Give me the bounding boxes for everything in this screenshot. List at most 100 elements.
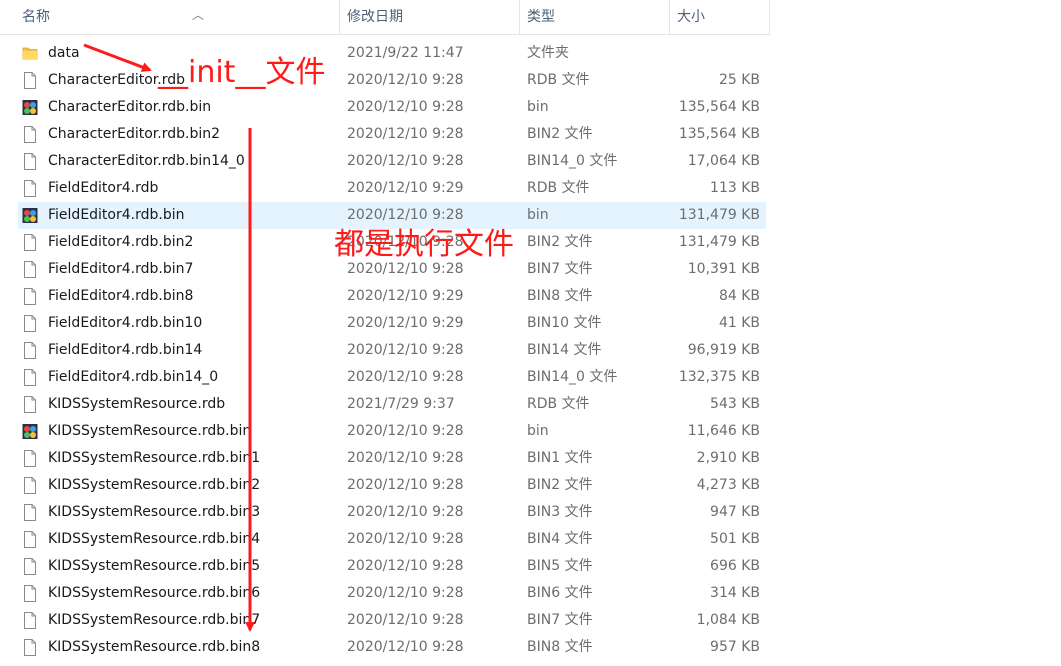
file-date: 2020/12/10 9:28 [347,612,464,628]
list-item[interactable]: FieldEditor4.rdb.bin10 2020/12/10 9:29 BIN… [18,310,766,337]
list-item[interactable]: CharacterEditor.rdb.bin14_0 2020/12/10 9:… [18,148,766,175]
file-size: 131,479 KB [678,234,760,250]
file-name: KIDSSystemResource.rdb [48,396,226,412]
file-name: data [48,45,80,61]
file-icon [22,72,38,89]
list-item[interactable]: FieldEditor4.rdb 2020/12/10 9:29 RDB 文件 113… [18,175,766,202]
list-item[interactable]: KIDSSystemResource.rdb.bin 2020/12/10 9:2… [18,418,766,445]
file-type: BIN4 文件 [527,531,593,547]
file-size: 543 KB [710,396,760,412]
file-type: BIN14_0 文件 [527,153,618,169]
file-size: 135,564 KB [678,99,760,115]
file-type: BIN8 文件 [527,639,593,655]
list-item[interactable]: KIDSSystemResource.rdb.bin3 2020/12/10 9:… [18,499,766,526]
file-type: RDB 文件 [527,72,590,88]
file-icon [22,396,38,413]
column-header-name[interactable]: 名称 ︿ [22,0,340,34]
file-date: 2020/12/10 9:28 [347,504,464,520]
file-size: 2,910 KB [696,450,760,466]
list-item[interactable]: data 2021/9/22 11:47 文件夹 [18,40,766,67]
file-date: 2020/12/10 9:28 [347,72,464,88]
file-icon [22,612,38,629]
file-name: FieldEditor4.rdb.bin7 [48,261,194,277]
file-size: 131,479 KB [678,207,760,223]
file-name: FieldEditor4.rdb [48,180,159,196]
file-type: BIN7 文件 [527,612,593,628]
file-date: 2021/7/29 9:37 [347,396,455,412]
file-date: 2020/12/10 9:28 [347,450,464,466]
file-type: 文件夹 [527,45,569,61]
list-item[interactable]: CharacterEditor.rdb 2020/12/10 9:28 RDB 文件… [18,67,766,94]
file-size: 1,084 KB [696,612,760,628]
file-date: 2020/12/10 9:28 [347,342,464,358]
file-icon [22,288,38,305]
app-icon [22,207,38,224]
file-type: BIN2 文件 [527,126,593,142]
file-date: 2020/12/10 9:28 [347,423,464,439]
file-size: 10,391 KB [687,261,760,277]
column-header-bar: 名称 ︿ 修改日期 类型 大小 [0,0,770,35]
file-name: KIDSSystemResource.rdb.bin8 [48,639,261,655]
list-item[interactable]: FieldEditor4.rdb.bin8 2020/12/10 9:29 BIN8… [18,283,766,310]
file-icon [22,558,38,575]
file-name: FieldEditor4.rdb.bin14 [48,342,203,358]
file-date: 2020/12/10 9:28 [347,639,464,655]
file-name: FieldEditor4.rdb.bin8 [48,288,194,304]
file-date: 2020/12/10 9:28 [347,531,464,547]
file-icon [22,180,38,197]
file-size: 501 KB [710,531,760,547]
annotation-init-label: __init__文件 [158,55,326,90]
file-icon [22,531,38,548]
list-item[interactable]: KIDSSystemResource.rdb.bin5 2020/12/10 9:… [18,553,766,580]
file-name: FieldEditor4.rdb.bin10 [48,315,203,331]
list-item[interactable]: CharacterEditor.rdb.bin2 2020/12/10 9:28 B… [18,121,766,148]
file-size: 314 KB [710,585,760,601]
file-name: KIDSSystemResource.rdb.bin3 [48,504,261,520]
file-size: 84 KB [718,288,760,304]
list-item[interactable]: CharacterEditor.rdb.bin 2020/12/10 9:28 bi… [18,94,766,121]
file-name: CharacterEditor.rdb.bin14_0 [48,153,245,169]
file-name: FieldEditor4.rdb.bin [48,207,185,223]
list-item[interactable]: FieldEditor4.rdb.bin 2020/12/10 9:28 bin 13… [18,202,766,229]
sort-up-icon: ︿ [192,8,205,22]
column-header-type[interactable]: 类型 [520,0,670,34]
file-icon [22,639,38,656]
file-type: RDB 文件 [527,180,590,196]
file-date: 2021/9/22 11:47 [347,45,464,61]
file-type: BIN14 文件 [527,342,602,358]
file-date: 2020/12/10 9:29 [347,288,464,304]
file-icon [22,450,38,467]
file-name: FieldEditor4.rdb.bin2 [48,234,194,250]
file-icon [22,126,38,143]
file-date: 2020/12/10 9:28 [347,207,464,223]
column-header-date[interactable]: 修改日期 [340,0,520,34]
file-type: BIN1 文件 [527,450,593,466]
file-type: bin [527,207,549,223]
list-item[interactable]: KIDSSystemResource.rdb.bin6 2020/12/10 9:… [18,580,766,607]
file-type: BIN2 文件 [527,477,593,493]
file-icon [22,261,38,278]
list-item[interactable]: KIDSSystemResource.rdb.bin8 2020/12/10 9:… [18,634,766,661]
column-header-size[interactable]: 大小 [670,0,770,34]
file-date: 2020/12/10 9:28 [347,558,464,574]
file-icon [22,504,38,521]
list-item[interactable]: KIDSSystemResource.rdb.bin2 2020/12/10 9:… [18,472,766,499]
file-icon [22,369,38,386]
file-name: KIDSSystemResource.rdb.bin [48,423,252,439]
list-item[interactable]: KIDSSystemResource.rdb.bin7 2020/12/10 9:… [18,607,766,634]
file-size: 25 KB [718,72,760,88]
file-date: 2020/12/10 9:28 [347,477,464,493]
file-date: 2020/12/10 9:28 [347,369,464,385]
file-size: 947 KB [710,504,760,520]
list-item[interactable]: KIDSSystemResource.rdb 2021/7/29 9:37 RDB … [18,391,766,418]
list-item[interactable]: FieldEditor4.rdb.bin14_0 2020/12/10 9:28 B… [18,364,766,391]
file-type: BIN3 文件 [527,504,593,520]
file-size: 135,564 KB [678,126,760,142]
list-item[interactable]: FieldEditor4.rdb.bin14 2020/12/10 9:28 BIN… [18,337,766,364]
list-item[interactable]: KIDSSystemResource.rdb.bin1 2020/12/10 9:… [18,445,766,472]
file-type: RDB 文件 [527,396,590,412]
file-type: BIN8 文件 [527,288,593,304]
annotation-exec-label: 都是执行文件 [334,227,514,262]
list-item[interactable]: KIDSSystemResource.rdb.bin4 2020/12/10 9:… [18,526,766,553]
file-name: KIDSSystemResource.rdb.bin6 [48,585,261,601]
